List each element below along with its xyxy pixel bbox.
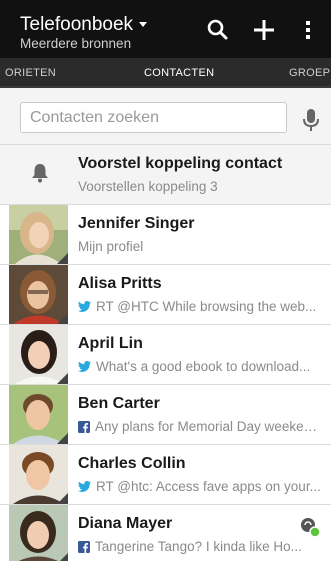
tab-favorites[interactable]: ORIETEN bbox=[0, 67, 56, 79]
plus-icon[interactable] bbox=[251, 17, 277, 43]
contact-row-diana-mayer[interactable]: Diana Mayer Tangerine Tango? I kinda lik… bbox=[0, 505, 331, 561]
avatar bbox=[9, 505, 68, 561]
mic-icon[interactable] bbox=[301, 108, 321, 132]
contact-status: Tangerine Tango? I kinda like Ho... bbox=[78, 539, 323, 554]
more-icon[interactable] bbox=[298, 17, 318, 43]
contact-name: Jennifer Singer bbox=[78, 215, 195, 232]
facebook-icon bbox=[78, 540, 90, 553]
avatar bbox=[9, 265, 68, 324]
tab-groups[interactable]: GROEPEN bbox=[289, 67, 331, 79]
contact-name: Ben Carter bbox=[78, 395, 160, 412]
avatar bbox=[9, 325, 68, 384]
contact-name: April Lin bbox=[78, 335, 143, 352]
source-selector[interactable]: Telefoonboek bbox=[20, 14, 148, 35]
avatar bbox=[9, 205, 68, 264]
contact-row-jennifer-singer[interactable]: Jennifer Singer Mijn profiel bbox=[0, 205, 331, 265]
suggestion-title: Voorstel koppeling contact bbox=[78, 155, 283, 172]
twitter-icon bbox=[78, 481, 91, 492]
app-title: Telefoonboek bbox=[20, 14, 134, 35]
contact-status: Mijn profiel bbox=[78, 239, 144, 254]
tab-strip: ORIETEN CONTACTEN GROEPEN bbox=[0, 58, 331, 88]
contact-status: RT @htc: Access fave apps on your... bbox=[78, 479, 323, 494]
link-suggestion-row[interactable]: Voorstel koppeling contact Voorstellen k… bbox=[0, 145, 331, 205]
search-icon[interactable] bbox=[205, 17, 231, 43]
contact-row-alisa-pritts[interactable]: Alisa Pritts RT @HTC While browsing the … bbox=[0, 265, 331, 325]
avatar bbox=[9, 385, 68, 444]
twitter-icon bbox=[78, 361, 91, 372]
search-box bbox=[20, 102, 289, 133]
contact-name: Alisa Pritts bbox=[78, 275, 162, 292]
twitter-icon bbox=[78, 301, 91, 312]
presence-icon bbox=[301, 518, 321, 538]
source-subtitle: Meerdere bronnen bbox=[20, 36, 132, 51]
contact-name: Diana Mayer bbox=[78, 515, 173, 532]
search-input[interactable] bbox=[21, 103, 289, 132]
contact-row-ben-carter[interactable]: Ben Carter Any plans for Memorial Day we… bbox=[0, 385, 331, 445]
contact-row-charles-collin[interactable]: Charles Collin RT @htc: Access fave apps… bbox=[0, 445, 331, 505]
search-area bbox=[0, 88, 331, 145]
bell-icon bbox=[32, 164, 48, 183]
top-app-bar: Telefoonboek Meerdere bronnen bbox=[0, 0, 331, 58]
avatar bbox=[9, 445, 68, 504]
facebook-icon bbox=[78, 420, 90, 433]
contact-name: Charles Collin bbox=[78, 455, 186, 472]
phonebook-screen: Telefoonboek Meerdere bronnen ORIETEN CO… bbox=[0, 0, 331, 561]
contact-row-april-lin[interactable]: April Lin What's a good ebook to downloa… bbox=[0, 325, 331, 385]
chevron-down-icon bbox=[139, 22, 148, 28]
suggestion-subtitle: Voorstellen koppeling 3 bbox=[78, 179, 218, 194]
contact-status: RT @HTC While browsing the web... bbox=[78, 299, 323, 314]
contact-status: Any plans for Memorial Day weekend... bbox=[78, 419, 323, 434]
contact-status: What's a good ebook to download... bbox=[78, 359, 323, 374]
tab-contacts[interactable]: CONTACTEN bbox=[144, 67, 214, 79]
